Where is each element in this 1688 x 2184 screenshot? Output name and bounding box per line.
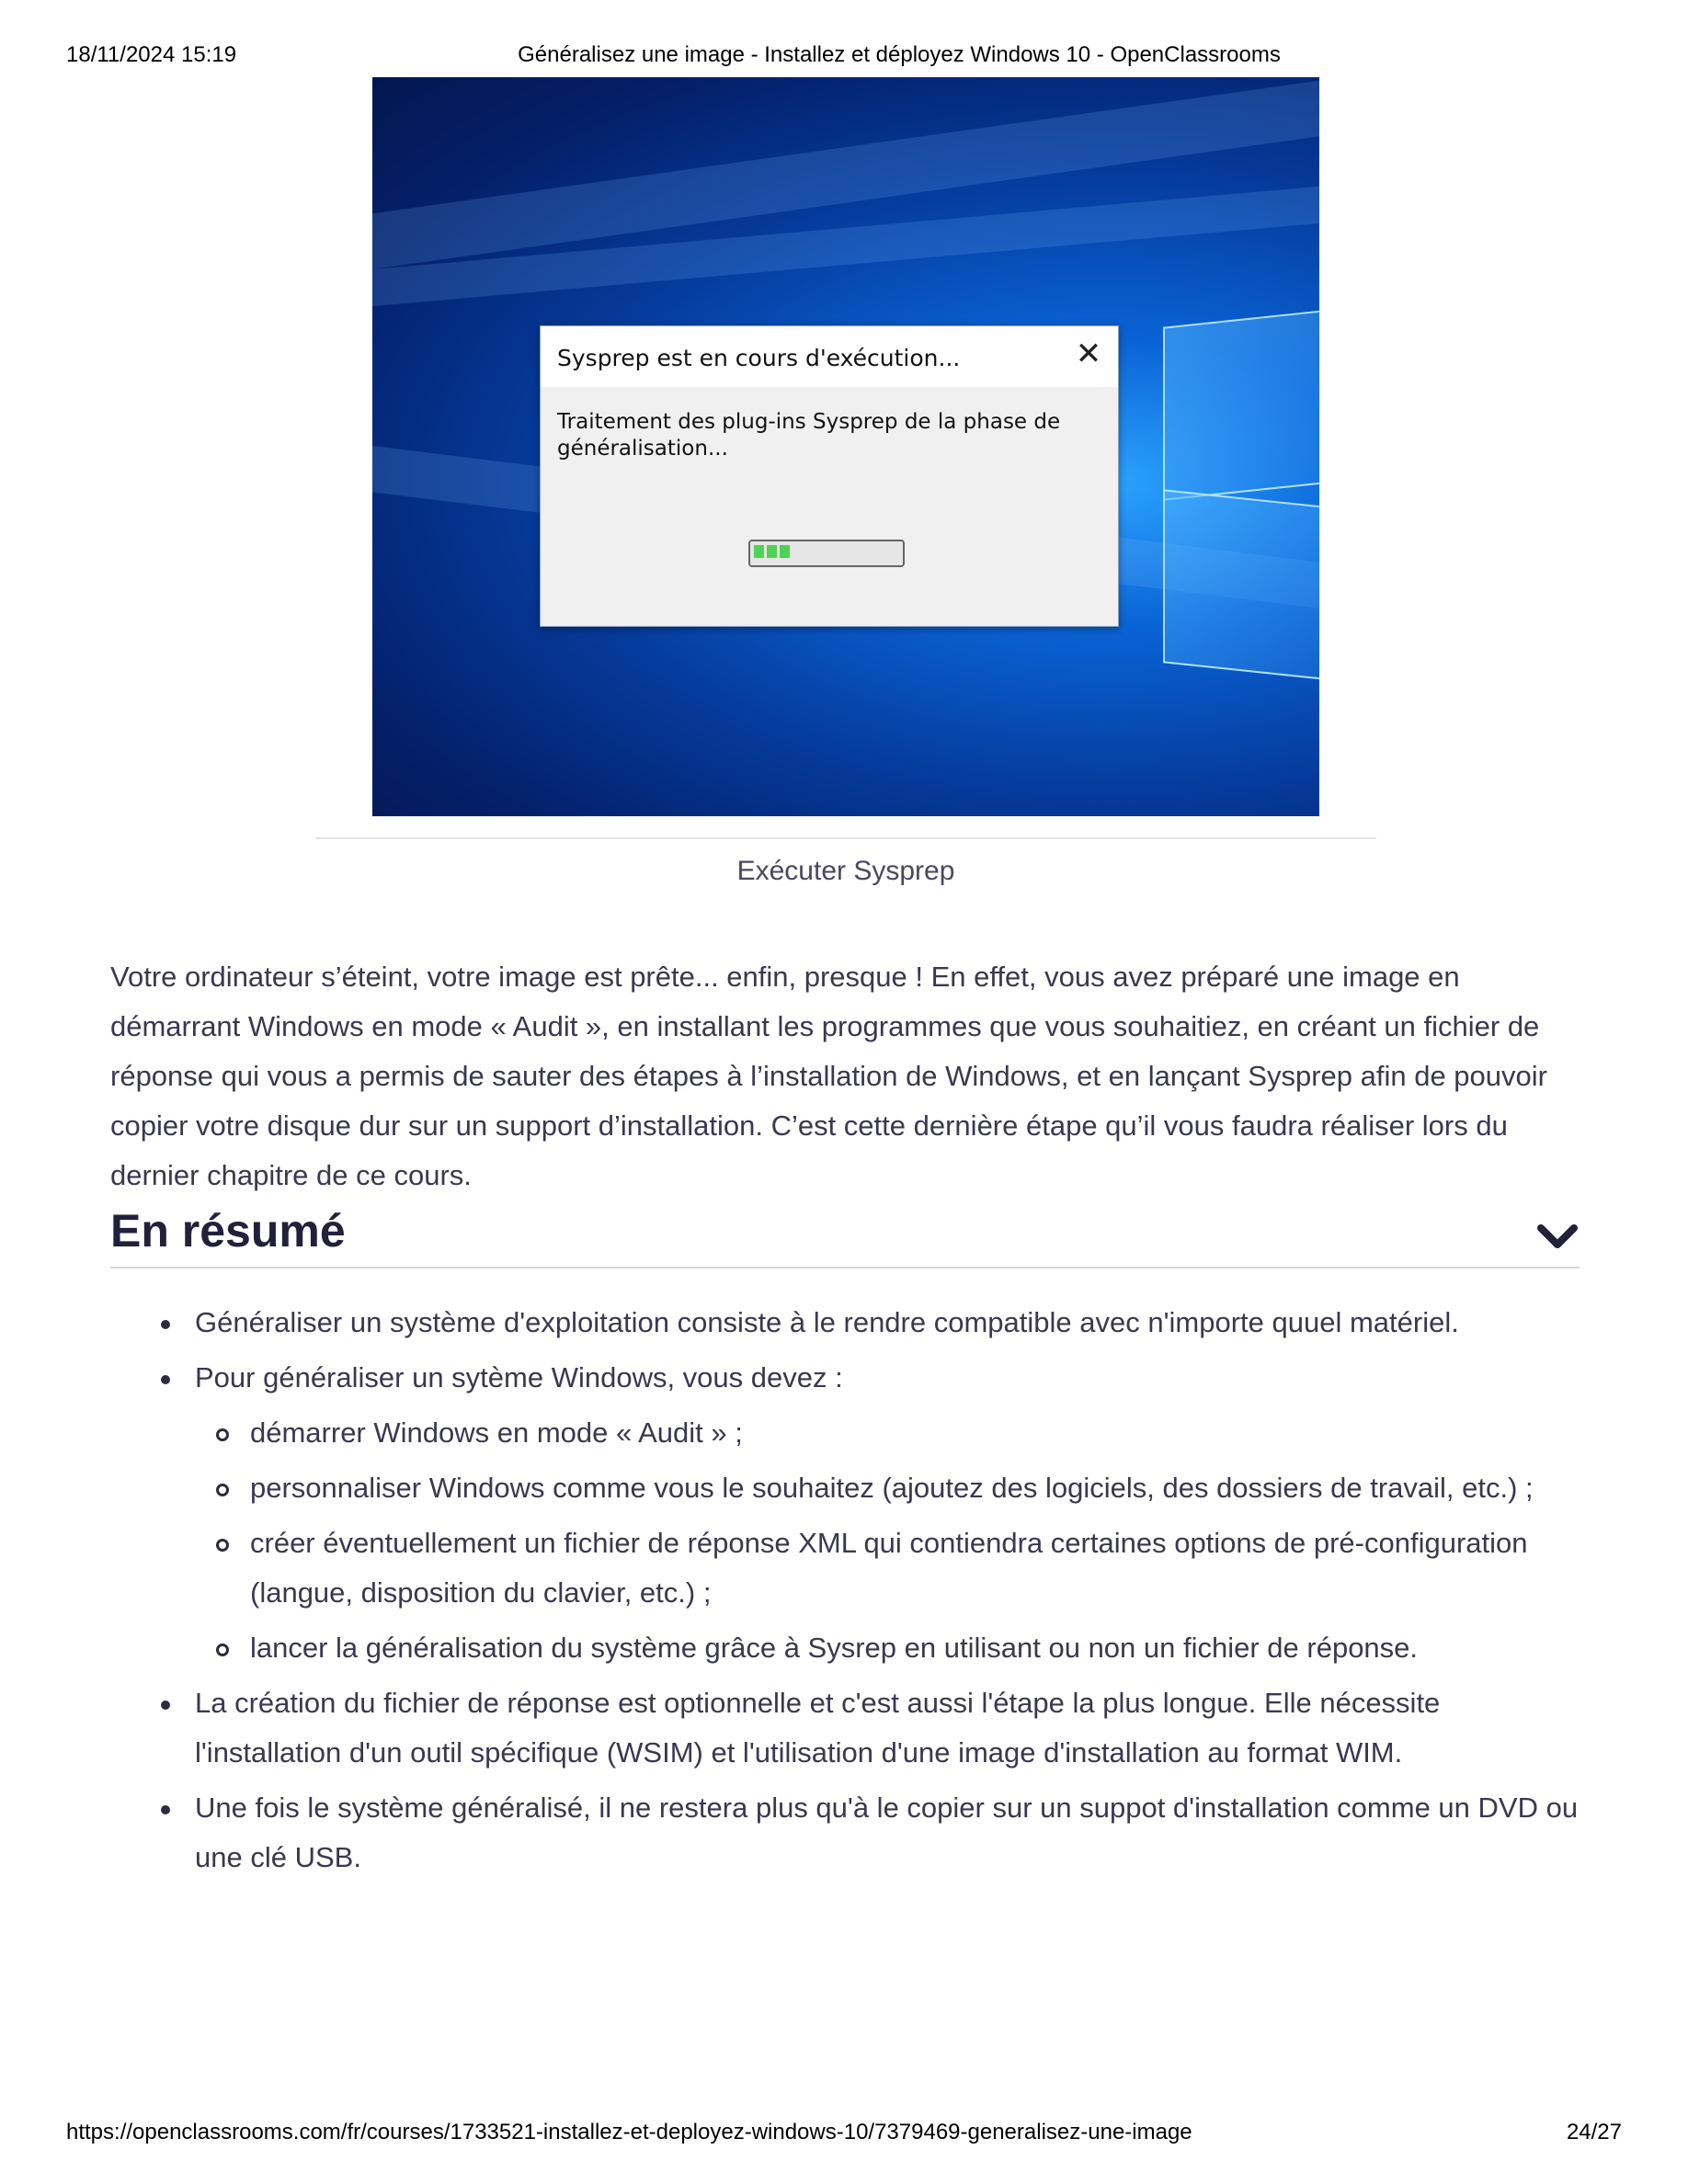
windows-logo	[1163, 305, 1319, 794]
list-item: La création du fichier de réponse est op…	[110, 1678, 1581, 1778]
circle-bullet-icon	[216, 1539, 229, 1552]
dialog-title: Sysprep est en cours d'exécution...	[557, 345, 961, 371]
section-divider	[110, 1267, 1580, 1268]
print-url[interactable]: https://openclassrooms.com/fr/courses/17…	[66, 2120, 1192, 2145]
bullet-icon	[161, 1701, 170, 1710]
page-number: 24/27	[1566, 2120, 1622, 2144]
section-title: En résumé	[110, 1205, 346, 1257]
sub-list-item: démarrer Windows en mode « Audit » ;	[167, 1408, 1581, 1458]
caption-divider	[315, 837, 1376, 839]
print-title: Généralisez une image - Installez et dép…	[518, 42, 1281, 67]
bullet-icon	[161, 1375, 170, 1384]
sub-list-item: créer éventuellement un fichier de répon…	[167, 1519, 1581, 1618]
dialog-titlebar: Sysprep est en cours d'exécution... ✕	[541, 326, 1118, 387]
sub-list-item: personnaliser Windows comme vous le souh…	[167, 1463, 1581, 1513]
sysprep-dialog: Sysprep est en cours d'exécution... ✕ Tr…	[540, 325, 1119, 627]
close-icon[interactable]: ✕	[1072, 337, 1105, 370]
print-header: 18/11/2024 15:19 Généralisez une image -…	[66, 42, 1622, 70]
progress-bar	[748, 540, 905, 567]
sub-list: démarrer Windows en mode « Audit » ; per…	[195, 1408, 1581, 1673]
sysprep-screenshot: Sysprep est en cours d'exécution... ✕ Tr…	[372, 77, 1319, 816]
list-item: Une fois le système généralisé, il ne re…	[110, 1783, 1581, 1883]
figure-caption: Exécuter Sysprep	[736, 856, 955, 886]
dialog-message: Traitement des plug-ins Sysprep de la ph…	[557, 410, 1061, 461]
list-item: Pour généraliser un sytème Windows, vous…	[110, 1353, 1581, 1673]
body-paragraph: Votre ordinateur s’éteint, votre image e…	[110, 961, 1547, 1191]
circle-bullet-icon	[216, 1644, 229, 1656]
bullet-icon	[161, 1805, 170, 1814]
sub-list-item: lancer la généralisation du système grâc…	[167, 1623, 1581, 1673]
bullet-icon	[161, 1320, 170, 1329]
circle-bullet-icon	[216, 1484, 229, 1496]
list-item: Généraliser un système d'exploitation co…	[110, 1298, 1581, 1348]
summary-list: Généraliser un système d'exploitation co…	[110, 1298, 1581, 1888]
chevron-down-icon[interactable]	[1535, 1219, 1580, 1256]
circle-bullet-icon	[216, 1428, 229, 1441]
